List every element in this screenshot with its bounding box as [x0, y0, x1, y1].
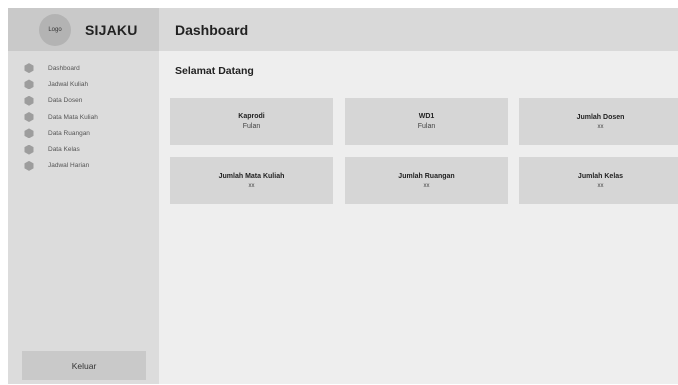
logo-icon[interactable]: Logo — [39, 13, 71, 46]
card-title: Jumlah Kelas — [577, 172, 624, 180]
sidebar-item-dashboard[interactable]: Dashboard — [8, 60, 159, 76]
card-jumlah-dosen: Jumlah Dosen xx — [519, 98, 678, 145]
sidebar-item-label: Data Ruangan — [48, 129, 90, 137]
card-title: Jumlah Mata Kuliah — [218, 172, 285, 180]
brand: Logo SIJAKU — [8, 8, 159, 51]
card-jumlah-kelas: Jumlah Kelas xx — [519, 157, 678, 204]
app-name: SIJAKU — [85, 21, 138, 38]
sidebar-item-label: Data Mata Kuliah — [48, 113, 98, 121]
hexagon-icon — [24, 128, 34, 139]
sidebar-item-data-dosen[interactable]: Data Dosen — [8, 93, 159, 109]
card-jumlah-mata-kuliah: Jumlah Mata Kuliah xx — [170, 157, 333, 204]
sidebar-item-jadwal-kuliah[interactable]: Jadwal Kuliah — [8, 76, 159, 92]
sidebar-item-label: Jadwal Kuliah — [48, 80, 89, 88]
hexagon-icon — [24, 79, 34, 90]
hexagon-icon — [24, 144, 34, 155]
page-title: Dashboard — [175, 21, 249, 38]
sidebar-item-label: Dashboard — [48, 64, 80, 72]
card-wd1: WD1 Fulan — [345, 98, 508, 145]
top-header: Dashboard — [159, 8, 678, 51]
sidebar-item-label: Data Kelas — [48, 146, 80, 154]
card-value: Fulan — [417, 123, 436, 130]
sidebar-nav: Dashboard Jadwal Kuliah Data Dosen Data … — [8, 51, 159, 174]
hexagon-icon — [24, 160, 34, 171]
logout-button[interactable]: Keluar — [22, 351, 146, 380]
card-title: Jumlah Dosen — [576, 113, 625, 121]
card-value: Fulan — [242, 123, 261, 130]
card-title: Jumlah Ruangan — [398, 172, 455, 180]
hexagon-icon — [24, 95, 34, 106]
sidebar-item-label: Jadwal Harian — [48, 162, 90, 170]
sidebar-item-label: Data Dosen — [48, 97, 83, 105]
welcome-heading: Selamat Datang — [175, 65, 254, 77]
sidebar-item-data-mata-kuliah[interactable]: Data Mata Kuliah — [8, 109, 159, 125]
card-jumlah-ruangan: Jumlah Ruangan xx — [345, 157, 508, 204]
card-value: xx — [597, 182, 604, 189]
main-content: Selamat Datang Kaprodi Fulan WD1 Fulan J… — [159, 51, 678, 384]
card-title: WD1 — [418, 113, 435, 120]
sidebar-item-data-ruangan[interactable]: Data Ruangan — [8, 125, 159, 141]
sidebar-item-data-kelas[interactable]: Data Kelas — [8, 141, 159, 157]
hexagon-icon — [24, 63, 34, 74]
sidebar: Logo SIJAKU Dashboard Jadwal Kuliah Data… — [8, 8, 159, 384]
card-value: xx — [423, 182, 430, 189]
sidebar-item-jadwal-harian[interactable]: Jadwal Harian — [8, 158, 159, 174]
hexagon-icon — [24, 112, 34, 123]
card-title: Kaprodi — [238, 113, 265, 120]
card-value: xx — [248, 182, 255, 189]
card-kaprodi: Kaprodi Fulan — [170, 98, 333, 145]
card-value: xx — [597, 123, 604, 130]
